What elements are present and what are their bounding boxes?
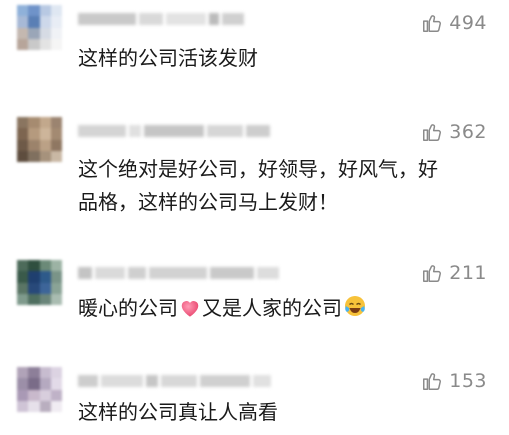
avatar-pixel [28,378,40,390]
avatar-pixel [50,378,62,390]
avatar-pixel [17,5,29,17]
avatar-pixel [17,260,29,272]
avatar-pixel [28,293,40,305]
avatar-pixel [39,150,51,162]
like-count: 362 [449,121,487,143]
avatar-pixel [50,27,62,39]
avatar-pixel [50,367,62,379]
avatar-pixel [50,38,62,50]
thumbs-up-icon [423,265,442,282]
username-blurred[interactable] [78,266,279,280]
like-button[interactable]: 362 [421,121,487,143]
avatar-pixel [28,16,40,28]
avatar-pixel [28,389,40,401]
avatar-pixel [17,367,29,379]
comment-text-segment: 又是人家的公司 [202,296,342,320]
like-button[interactable]: 153 [421,370,487,392]
like-count: 494 [449,12,487,34]
avatar-pixel [39,38,51,50]
comment-text: 这个绝对是好公司，好领导，好风气，好 品格，这样的公司马上发财！ [78,153,498,219]
avatar-pixel [28,260,40,272]
comment-text: 暖心的公司 又是人家的公司 [78,292,498,325]
laughing-tears-icon [345,296,365,316]
avatar-pixel [50,400,62,412]
avatar-pixel [50,150,62,162]
thumbs-up-icon [423,373,442,390]
like-count: 153 [449,370,487,392]
avatar-pixel [39,16,51,28]
avatar-pixel [50,128,62,140]
avatar-pixel [28,367,40,379]
thumbs-up-icon [423,15,442,32]
avatar-pixel [39,378,51,390]
avatar-pixel [17,389,29,401]
username-blurred[interactable] [78,124,270,138]
avatar-pixel [50,117,62,129]
avatar-pixel [50,139,62,151]
avatar-pixel [17,117,29,129]
avatar-pixel [50,271,62,283]
avatar-pixel [39,117,51,129]
avatar-pixel [39,27,51,39]
avatar-pixel [39,282,51,294]
avatar-pixel [39,367,51,379]
avatar-pixel [39,400,51,412]
avatar-pixel [28,128,40,140]
avatar[interactable] [17,260,62,305]
avatar-pixel [28,271,40,283]
thumbs-up-icon [423,124,442,141]
avatar-pixel [39,139,51,151]
avatar[interactable] [17,5,62,50]
avatar-pixel [28,400,40,412]
avatar-pixel [28,27,40,39]
heart-icon [181,301,199,317]
username-blurred[interactable] [78,374,271,388]
avatar-pixel [39,293,51,305]
avatar-pixel [50,389,62,401]
avatar-pixel [50,260,62,272]
comment-text: 这样的公司活该发财 [78,46,258,70]
like-button[interactable]: 494 [421,12,487,34]
comment-text: 这样的公司真让人高看 [78,400,278,424]
avatar-pixel [17,128,29,140]
avatar-pixel [28,5,40,17]
avatar-pixel [39,389,51,401]
comment-text-segment: 暖心的公司 [78,296,178,320]
avatar-pixel [17,282,29,294]
avatar-pixel [17,139,29,151]
comment-text-line: 品格，这样的公司马上发财！ [78,190,338,214]
avatar-pixel [50,5,62,17]
avatar-pixel [17,27,29,39]
avatar[interactable] [17,117,62,162]
avatar-pixel [17,16,29,28]
avatar-pixel [17,378,29,390]
avatar-pixel [17,293,29,305]
avatar-pixel [17,38,29,50]
avatar-pixel [50,293,62,305]
avatar-pixel [50,282,62,294]
avatar-pixel [28,117,40,129]
username-blurred[interactable] [78,12,244,26]
comment-text-line: 这个绝对是好公司，好领导，好风气，好 [78,157,438,181]
avatar-pixel [39,260,51,272]
avatar-pixel [28,139,40,151]
avatar-pixel [50,16,62,28]
avatar-pixel [17,150,29,162]
like-count: 211 [449,262,487,284]
avatar-pixel [28,38,40,50]
avatar-pixel [28,282,40,294]
avatar-pixel [39,271,51,283]
like-button[interactable]: 211 [421,262,487,284]
avatar-pixel [39,5,51,17]
avatar-pixel [28,150,40,162]
avatar-pixel [17,400,29,412]
avatar-pixel [39,128,51,140]
avatar-pixel [17,271,29,283]
avatar[interactable] [17,367,62,412]
comment-feed: 494 这样的公司活该发财 362 这个绝对是好公司，好领导，好风气，好 品格，… [0,0,509,435]
